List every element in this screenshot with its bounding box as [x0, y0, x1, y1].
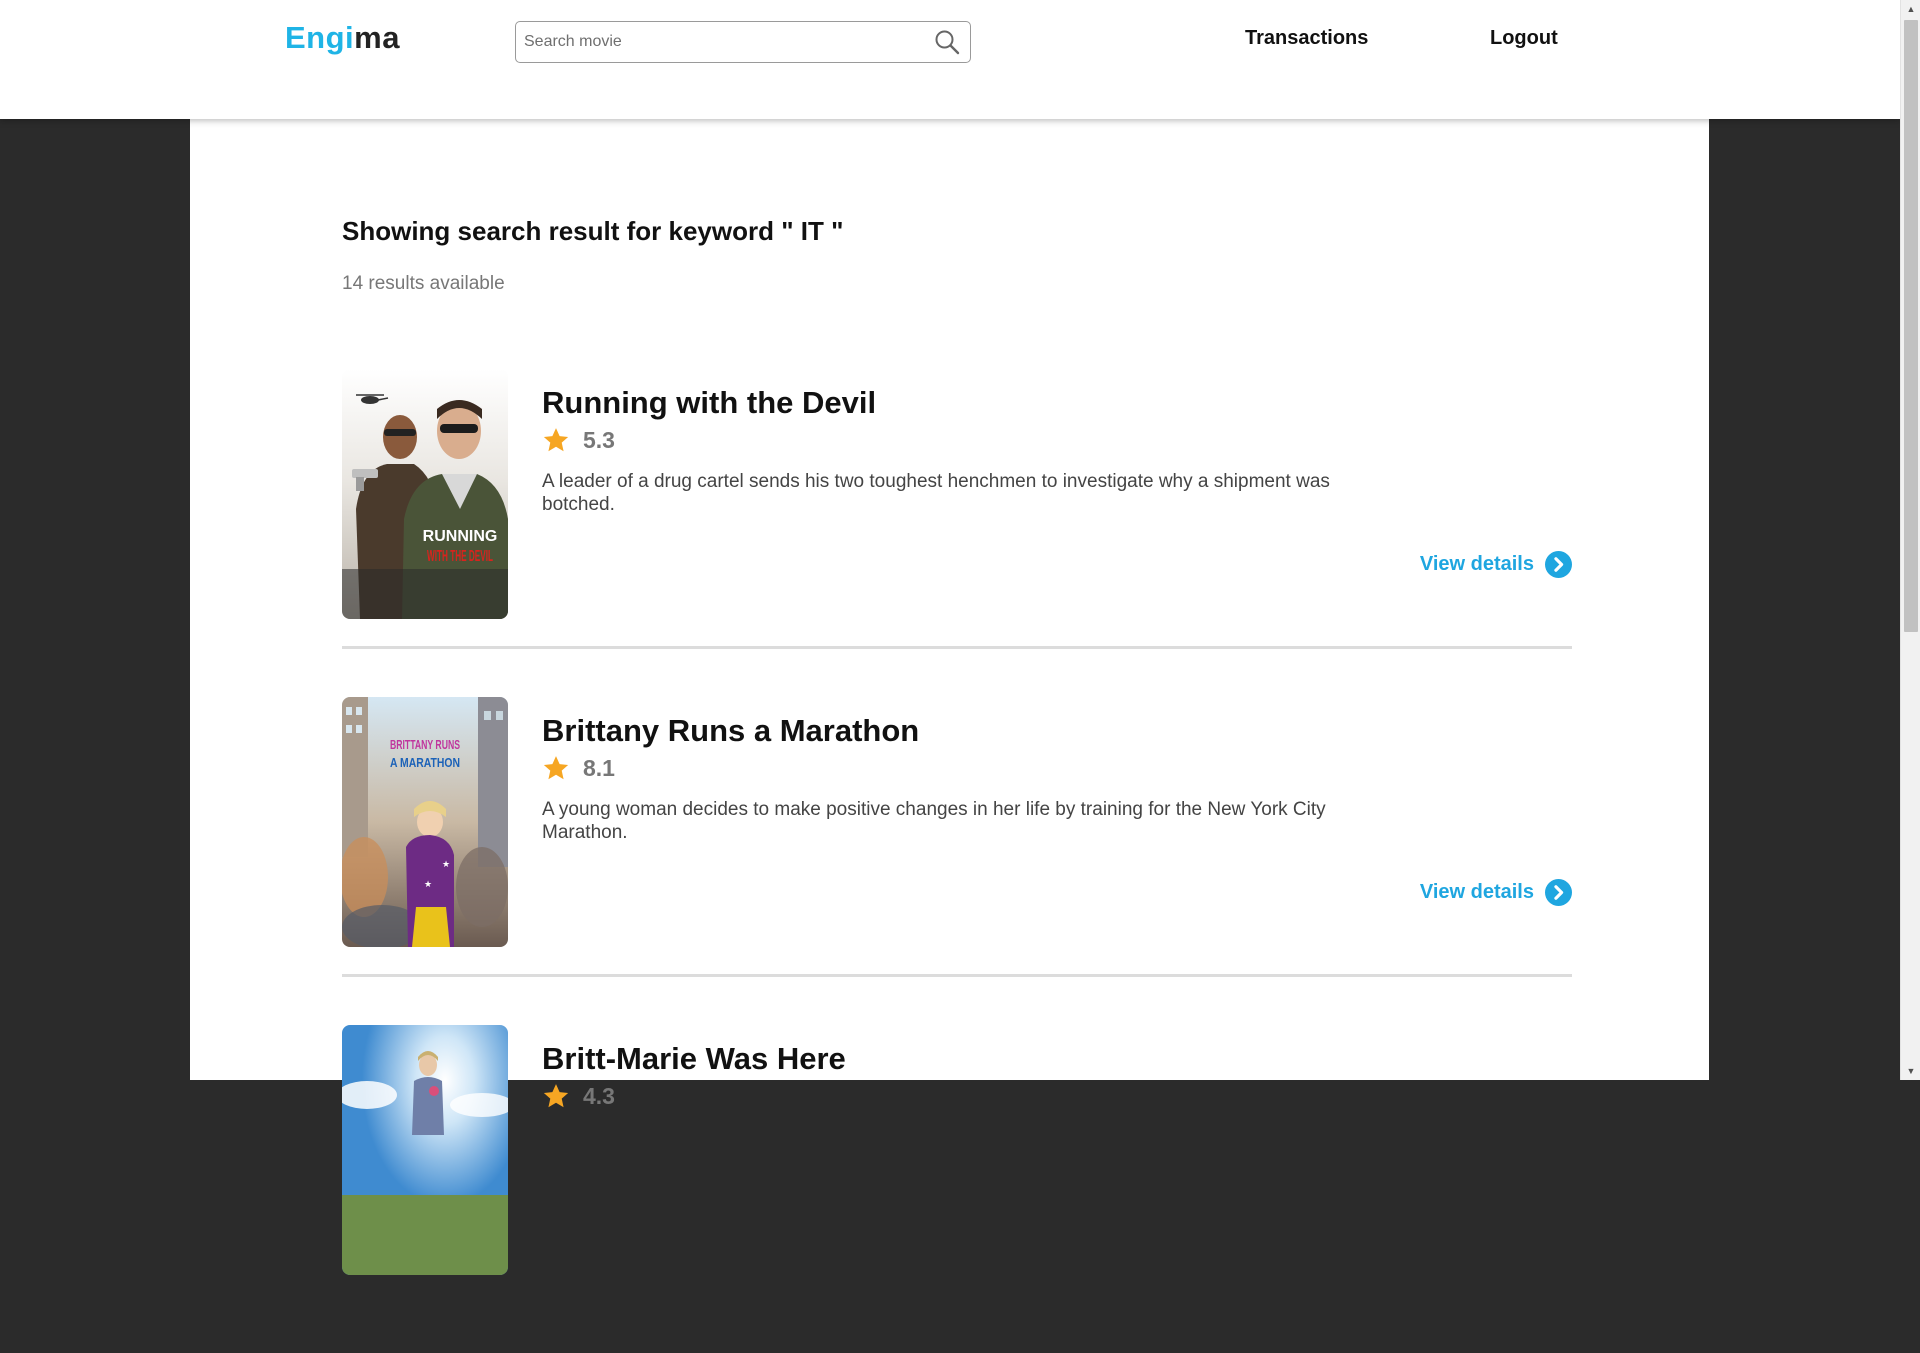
scroll-down-arrow-icon[interactable]: ▼	[1901, 1062, 1920, 1080]
movie-rating: 8.1	[542, 753, 615, 783]
poster-title-text: BRITTANY RUNS	[390, 737, 460, 752]
view-details-link[interactable]: View details	[1420, 879, 1572, 906]
scrollbar-thumb[interactable]	[1904, 20, 1918, 632]
movie-rating: 4.3	[542, 1081, 615, 1111]
view-details-link[interactable]: View details	[1420, 551, 1572, 578]
star-icon	[543, 1084, 569, 1108]
movie-poster[interactable]	[342, 1025, 508, 1275]
chevron-right-circle-icon	[1545, 879, 1572, 906]
rating-value: 8.1	[583, 754, 615, 781]
movie-poster[interactable]: RUNNING WITH THE DEVIL	[342, 369, 508, 619]
rating-value: 4.3	[583, 1082, 615, 1109]
results-count: 14 results available	[342, 273, 505, 294]
search-bar	[515, 21, 971, 63]
movie-title[interactable]: Brittany Runs a Marathon	[542, 713, 919, 749]
star-icon	[543, 428, 569, 452]
svg-text:★: ★	[442, 859, 450, 869]
view-details-label: View details	[1419, 553, 1534, 575]
list-divider	[342, 646, 1572, 649]
view-details-label: View details	[1419, 881, 1534, 903]
movie-list-item: ★ ★ BRITTANY RUNS A MARATHON Brittany Ru…	[342, 697, 1572, 1025]
logo[interactable]: Engima	[285, 20, 400, 56]
poster-title-text: RUNNING	[423, 528, 498, 545]
nav-logout-link[interactable]: Logout	[1490, 27, 1558, 50]
list-divider	[342, 974, 1572, 977]
chevron-right-circle-icon	[1545, 551, 1572, 578]
poster-subtitle-text: WITH THE DEVIL	[427, 548, 493, 565]
star-icon	[543, 756, 569, 780]
vertical-scrollbar[interactable]: ▲ ▼	[1900, 0, 1920, 1080]
movie-title[interactable]: Running with the Devil	[542, 385, 876, 421]
svg-text:★: ★	[424, 879, 432, 889]
search-results-heading: Showing search result for keyword " IT "	[342, 216, 844, 246]
poster-subtitle-text: A MARATHON	[390, 755, 460, 770]
movie-synopsis: A young woman decides to make positive c…	[542, 799, 1326, 843]
logo-part-2: ma	[354, 20, 400, 55]
logo-part-1: Engi	[285, 20, 355, 55]
search-input[interactable]	[516, 22, 916, 61]
nav-transactions-link[interactable]: Transactions	[1245, 27, 1368, 50]
movie-title[interactable]: Britt-Marie Was Here	[542, 1041, 846, 1077]
top-navbar: Engima Transactions Logout	[0, 0, 1900, 119]
search-results-container: Showing search result for keyword " IT "…	[190, 119, 1709, 1275]
scroll-up-arrow-icon[interactable]: ▲	[1901, 0, 1920, 18]
movie-rating: 5.3	[542, 425, 615, 455]
movie-list-item: Britt-Marie Was Here 4.3	[342, 1025, 1572, 1353]
movie-synopsis: A leader of a drug cartel sends his two …	[542, 471, 1330, 515]
movie-poster[interactable]: ★ ★ BRITTANY RUNS A MARATHON	[342, 697, 508, 947]
search-icon[interactable]	[934, 29, 960, 55]
movie-list-item: RUNNING WITH THE DEVIL Running with the …	[342, 369, 1572, 697]
rating-value: 5.3	[583, 426, 615, 453]
